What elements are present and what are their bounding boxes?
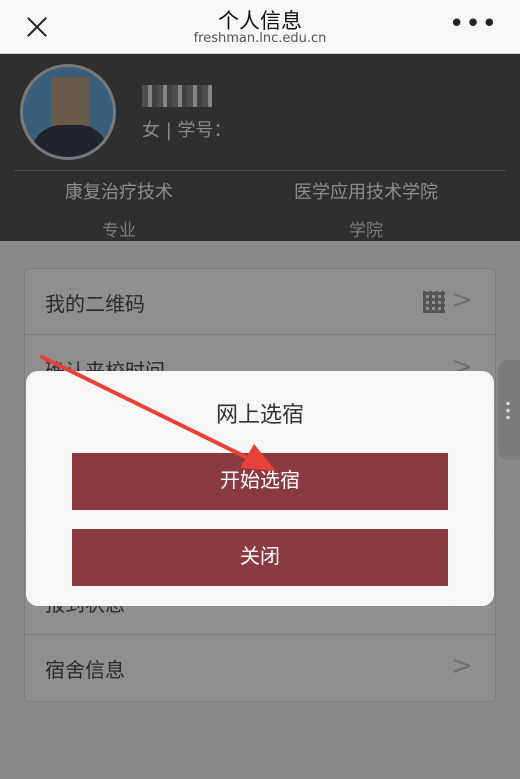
major-label: 专业 — [102, 221, 136, 241]
major-value: 康复治疗技术 — [65, 182, 173, 203]
college-stat: 医学应用技术学院 学院 — [251, 178, 481, 241]
qrcode-icon — [423, 291, 445, 313]
side-drawer-handle[interactable] — [498, 360, 520, 460]
chevron-right-icon: > — [451, 651, 473, 681]
student-name-blurred — [142, 85, 212, 107]
college-label: 学院 — [349, 221, 383, 241]
profile-header: 女 | 学号： 康复治疗技术 专业 医学应用技术学院 学院 — [0, 54, 520, 241]
chevron-right-icon: > — [451, 285, 473, 315]
major-stat: 康复治疗技术 专业 — [4, 178, 234, 241]
close-dialog-button[interactable]: 关闭 — [72, 529, 448, 586]
list-item-qrcode[interactable]: 我的二维码 > — [25, 269, 495, 335]
dialog-title: 网上选宿 — [215, 403, 304, 428]
divider — [14, 170, 506, 171]
gender-student-id: 女 | 学号： — [142, 120, 232, 141]
avatar-face — [51, 77, 89, 127]
start-selection-button[interactable]: 开始选宿 — [72, 453, 448, 510]
list-item-dorm-info[interactable]: 宿舍信息 > — [25, 635, 495, 701]
list-item-label: 宿舍信息 — [45, 658, 125, 682]
avatar — [20, 64, 116, 160]
dorm-selection-dialog: 网上选宿 开始选宿 关闭 — [26, 371, 494, 606]
college-value: 医学应用技术学院 — [294, 182, 438, 203]
nav-bar: 个人信息 freshman.lnc.edu.cn ••• — [0, 0, 520, 54]
drag-dots-icon — [506, 400, 510, 420]
list-item-label: 我的二维码 — [45, 292, 145, 316]
page-url: freshman.lnc.edu.cn — [193, 31, 327, 46]
avatar-body — [31, 125, 109, 157]
more-icon[interactable]: ••• — [449, 11, 498, 37]
